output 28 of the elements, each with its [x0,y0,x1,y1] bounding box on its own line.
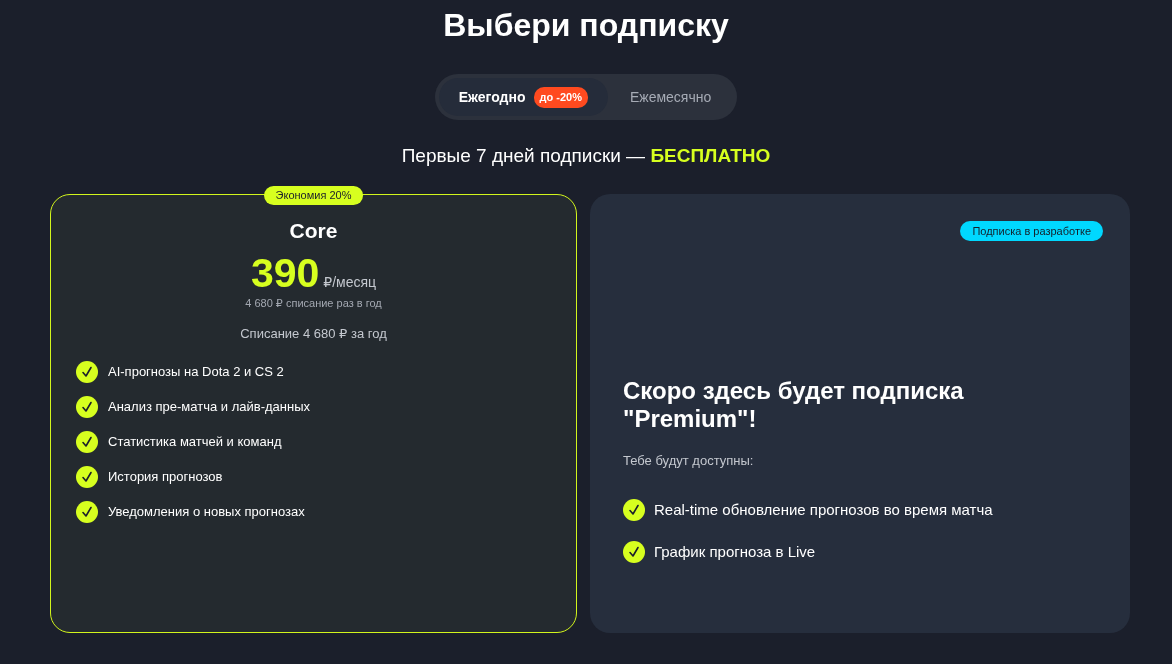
check-icon [76,396,98,418]
coming-soon-heading: Скоро здесь будет подписка "Premium"! [623,377,965,433]
price-note: 4 680 ₽ списание раз в год [245,296,382,310]
feature-text: Уведомления о новых прогнозах [108,503,305,521]
status-badge: Подписка в разработке [960,221,1103,241]
feature-text: Real-time обновление прогнозов во время матча [654,500,993,520]
check-icon [76,431,98,453]
check-icon [623,499,645,521]
trial-note: Первые 7 дней подписки — БЕСПЛАТНО [401,144,771,168]
plan-name: Core [289,218,338,244]
billing-tab[interactable]: Ежемесячно [607,78,734,116]
savings-badge: Экономия 20% [263,186,364,205]
check-icon [623,541,645,563]
feature-text: Статистика матчей и команд [108,433,282,451]
check-icon [76,361,98,383]
feature-text: Анализ пре-матча и лайв-данных [108,398,310,416]
page-title: Выбери подписку [443,6,729,44]
features-intro: Тебе будут доступны: [623,453,754,469]
price-value: 390 [250,250,320,296]
feature-text: AI-прогнозы на Dota 2 и CS 2 [108,363,284,381]
feature-text: История прогнозов [108,468,223,486]
check-icon [76,466,98,488]
check-icon [76,501,98,523]
discount-badge: до -20% [533,86,588,108]
billing-note: Списание 4 680 ₽ за год [240,326,387,342]
price-unit: ₽/месяц [323,274,377,290]
feature-text: График прогноза в Live [654,542,816,562]
billing-tab[interactable]: Ежегодно до -20% [438,78,608,116]
